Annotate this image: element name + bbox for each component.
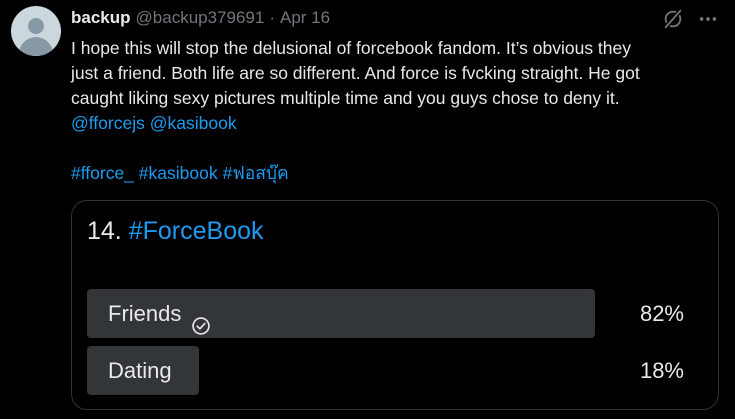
hashtag-link[interactable]: #kasibook (139, 163, 218, 183)
hashtags-line: #fforce_ #kasibook #ฟอสบุ๊ค (71, 161, 721, 186)
poll-number: 14. (87, 217, 122, 245)
tweet-header: backup @backup379691 · Apr 16 (71, 7, 330, 29)
poll-option-label: Friends (108, 289, 211, 338)
poll-option-label: Dating (108, 346, 172, 395)
poll-option-percent: 82% (639, 301, 684, 326)
check-circle-icon (191, 304, 211, 335)
avatar-body (19, 37, 53, 56)
tweet-date[interactable]: Apr 16 (280, 8, 330, 28)
tweet-text: I hope this will stop the delusional of … (71, 36, 721, 186)
author-handle[interactable]: @backup379691 (136, 8, 265, 28)
poll-hashtag-link[interactable]: #ForceBook (129, 217, 264, 245)
hashtag-link[interactable]: #fforce_ (71, 163, 134, 183)
tweet-text-line: I hope this will stop the delusional of … (71, 38, 632, 58)
poll-option-percent: 18% (639, 358, 684, 383)
hashtag-link[interactable]: #ฟอสบุ๊ค (223, 163, 289, 183)
poll-title: 14. #ForceBook (87, 217, 264, 246)
grok-icon[interactable] (662, 8, 684, 30)
separator-dot: · (269, 8, 276, 27)
author-name[interactable]: backup (71, 8, 131, 28)
more-icon[interactable] (697, 8, 719, 30)
poll-option-dating: Dating 18% (87, 346, 707, 395)
mention-link[interactable]: @fforcejs (71, 113, 145, 133)
poll-card[interactable]: 14. #ForceBook Friends 82% Dating 18% (71, 200, 719, 410)
avatar-head (28, 18, 44, 34)
poll-option-text: Friends (108, 301, 182, 326)
avatar[interactable] (11, 6, 61, 56)
poll-option-text: Dating (108, 358, 172, 383)
mentions-line: @fforcejs @kasibook (71, 111, 721, 136)
tweet-text-line: caught liking sexy pictures multiple tim… (71, 88, 620, 108)
poll-option-friends: Friends 82% (87, 289, 707, 338)
tweet-text-line: just a friend. Both life are so differen… (71, 63, 640, 83)
mention-link[interactable]: @kasibook (150, 113, 237, 133)
